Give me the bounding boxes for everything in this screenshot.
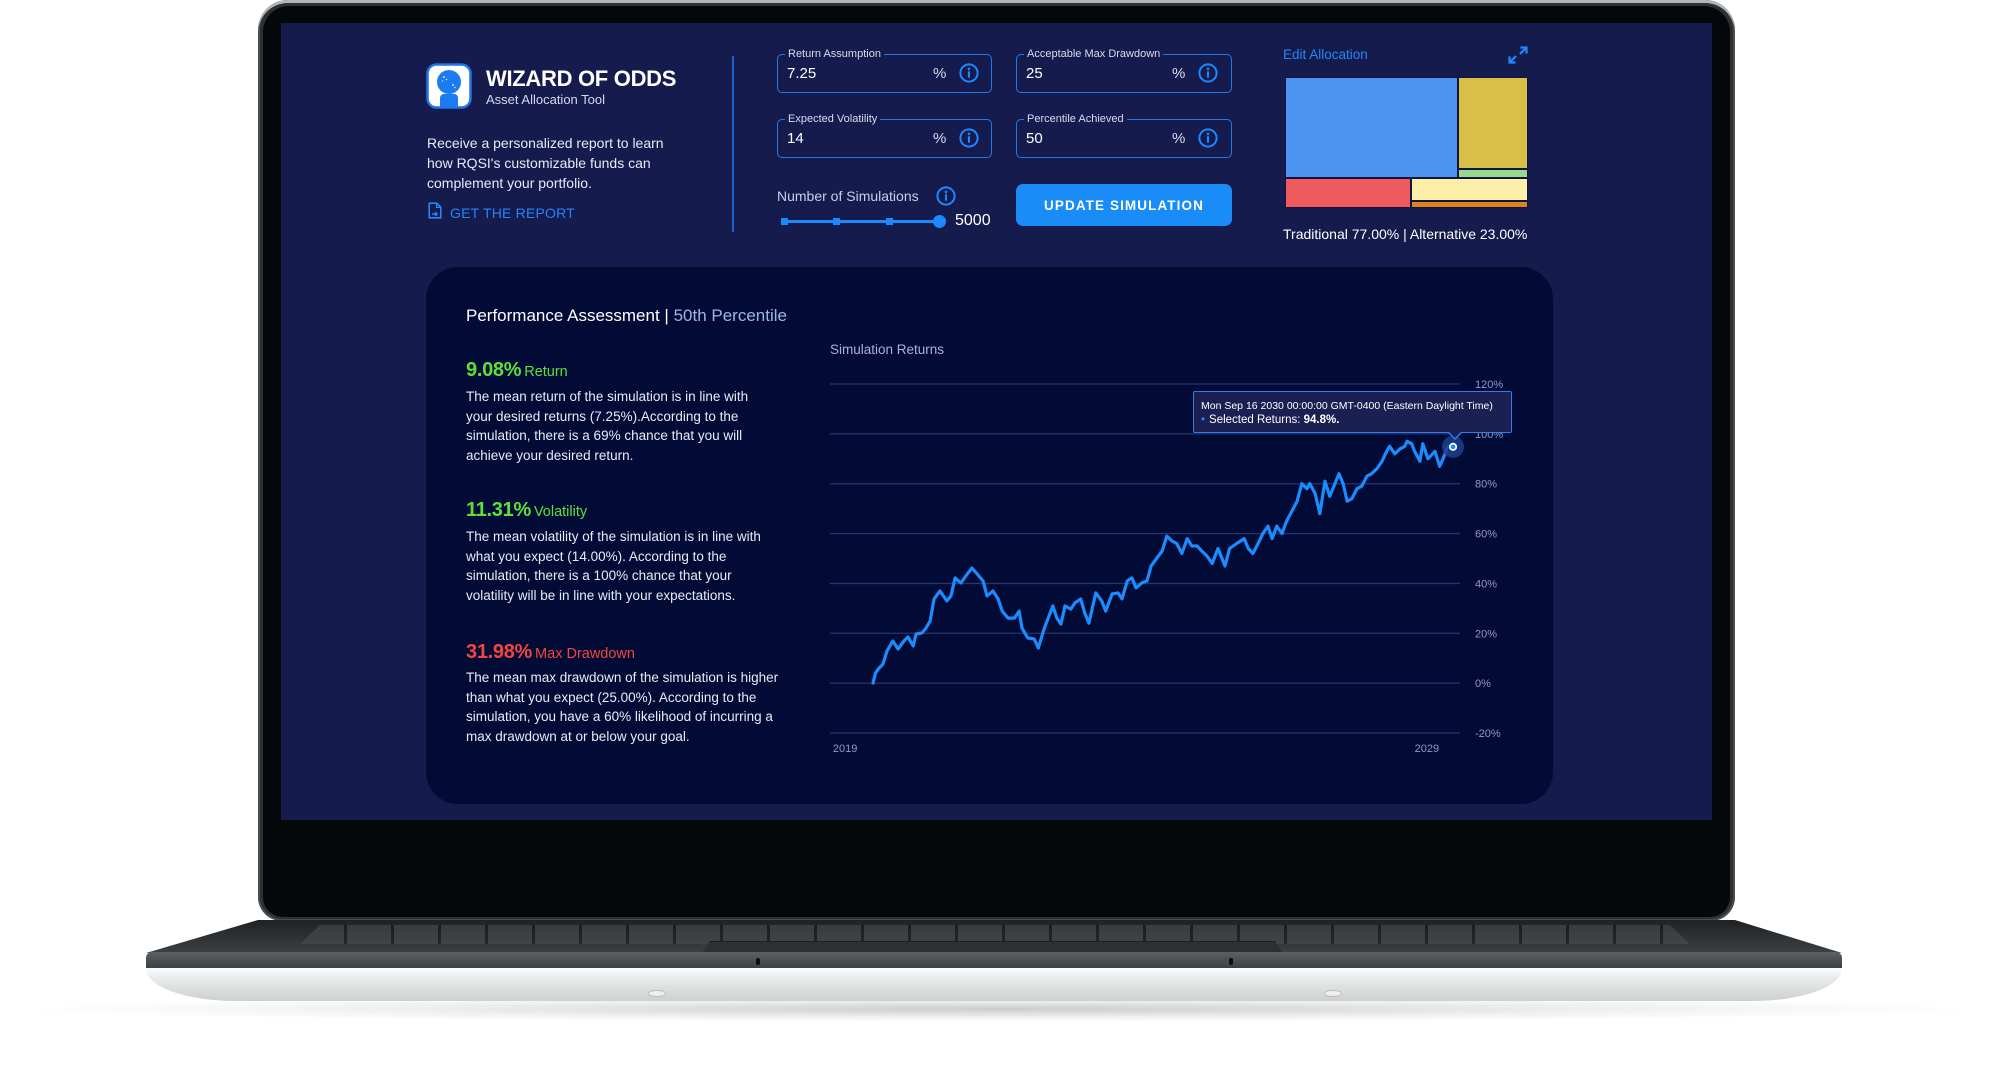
number-of-simulations-label: Number of Simulations <box>777 188 919 204</box>
tooltip-value: 94.8%. <box>1303 414 1340 426</box>
percentile-achieved-input[interactable] <box>1026 128 1146 148</box>
expected-volatility-label: Expected Volatility <box>785 112 881 126</box>
allocation-treemap[interactable] <box>1285 77 1528 208</box>
simulations-slider[interactable] <box>781 214 946 228</box>
slider-step-mark[interactable] <box>781 217 788 225</box>
laptop-foot <box>649 991 665 996</box>
percentile-achieved-field[interactable]: Percentile Achieved % <box>1016 112 1232 158</box>
get-report-link[interactable]: GET THE REPORT <box>428 202 575 224</box>
chart-tooltip: Mon Sep 16 2030 00:00:00 GMT-0400 (Easte… <box>1193 391 1512 440</box>
expected-volatility-input[interactable] <box>787 128 907 148</box>
info-icon[interactable] <box>1198 63 1218 83</box>
percent-unit: % <box>1172 130 1186 147</box>
return-assumption-input[interactable] <box>787 63 907 83</box>
laptop-base <box>146 968 1842 1001</box>
document-icon <box>428 202 442 224</box>
allocation-summary: Traditional 77.00% | Alternative 23.00% <box>1283 226 1528 242</box>
app-title: WIZARD OF ODDS <box>486 66 677 91</box>
percent-unit: % <box>1172 65 1186 82</box>
treemap-cell-traditional-0[interactable] <box>1285 77 1458 178</box>
intro-line: complement your portfolio. <box>427 175 592 191</box>
info-icon[interactable] <box>1198 128 1218 148</box>
app-subtitle: Asset Allocation Tool <box>486 92 605 107</box>
expand-icon[interactable] <box>1508 46 1528 64</box>
y-tick-label: 40% <box>1475 578 1497 590</box>
treemap-cell-alternative-2[interactable] <box>1410 200 1528 208</box>
performance-card: Performance Assessment | 50th Percentile… <box>426 267 1553 804</box>
return-assumption-label: Return Assumption <box>785 47 884 61</box>
percent-unit: % <box>933 65 947 82</box>
y-tick-label: 120% <box>1475 379 1503 391</box>
treemap-cell-traditional-1[interactable] <box>1457 77 1528 169</box>
tooltip-series-label: Selected Returns: <box>1209 414 1304 426</box>
expected-volatility-field[interactable]: Expected Volatility % <box>777 112 992 158</box>
app-screen: WIZARD OF ODDS Asset Allocation Tool Rec… <box>281 23 1712 820</box>
y-tick-label: 20% <box>1475 628 1497 640</box>
update-simulation-button[interactable]: UPDATE SIMULATION <box>1016 184 1232 226</box>
slider-step-mark[interactable] <box>833 217 841 225</box>
series-line-0[interactable] <box>871 439 1455 685</box>
y-tick-label: 60% <box>1475 529 1497 541</box>
treemap-cell-traditional-2[interactable] <box>1457 168 1528 178</box>
acceptable-max-drawdown-field[interactable]: Acceptable Max Drawdown % <box>1016 47 1232 93</box>
simulations-value: 5000 <box>955 212 991 229</box>
slider-step-mark[interactable] <box>885 217 893 225</box>
hover-point[interactable] <box>1448 442 1458 451</box>
x-tick-label: 2029 <box>1415 743 1439 755</box>
x-tick-label: 2019 <box>833 743 857 755</box>
intro-line: Receive a personalized report to learn <box>427 135 664 151</box>
laptop-front-edge <box>146 952 1842 968</box>
simulation-returns-chart[interactable]: 120%100%80%60%40%20%0%-20%2019 2029 <box>426 267 1553 804</box>
slider-thumb[interactable] <box>932 215 946 228</box>
y-tick-label: -20% <box>1475 728 1501 740</box>
tooltip-date: Mon Sep 16 2030 00:00:00 GMT-0400 (Easte… <box>1201 400 1493 412</box>
laptop-notch <box>756 958 760 965</box>
acceptable-max-drawdown-label: Acceptable Max Drawdown <box>1024 47 1164 61</box>
treemap-cell-alternative-0[interactable] <box>1285 177 1411 208</box>
percentile-achieved-label: Percentile Achieved <box>1024 112 1127 126</box>
header-divider <box>732 56 734 232</box>
info-icon[interactable] <box>959 63 979 83</box>
treemap-cell-alternative-1[interactable] <box>1410 177 1528 201</box>
return-assumption-field[interactable]: Return Assumption % <box>777 47 992 93</box>
edit-allocation-link[interactable]: Edit Allocation <box>1283 46 1368 63</box>
acceptable-max-drawdown-input[interactable] <box>1026 63 1146 83</box>
y-tick-label: 80% <box>1475 479 1497 491</box>
percent-unit: % <box>933 130 947 147</box>
slider-track[interactable] <box>782 220 939 223</box>
laptop-notch <box>1229 958 1233 965</box>
crystal-ball-icon <box>426 63 472 109</box>
intro-description: Receive a personalized report to learn h… <box>427 133 737 193</box>
laptop-foot <box>1325 991 1341 996</box>
info-icon[interactable] <box>936 186 956 206</box>
y-tick-label: 0% <box>1475 678 1491 690</box>
series-bullet-icon: • <box>1201 414 1206 426</box>
tooltip-pointer <box>1448 432 1462 440</box>
info-icon[interactable] <box>959 128 979 148</box>
intro-line: how RQSI's customizable funds can <box>427 155 651 171</box>
tooltip-value-row: • Selected Returns: 94.8%. <box>1201 413 1339 428</box>
get-report-label: GET THE REPORT <box>450 205 575 221</box>
